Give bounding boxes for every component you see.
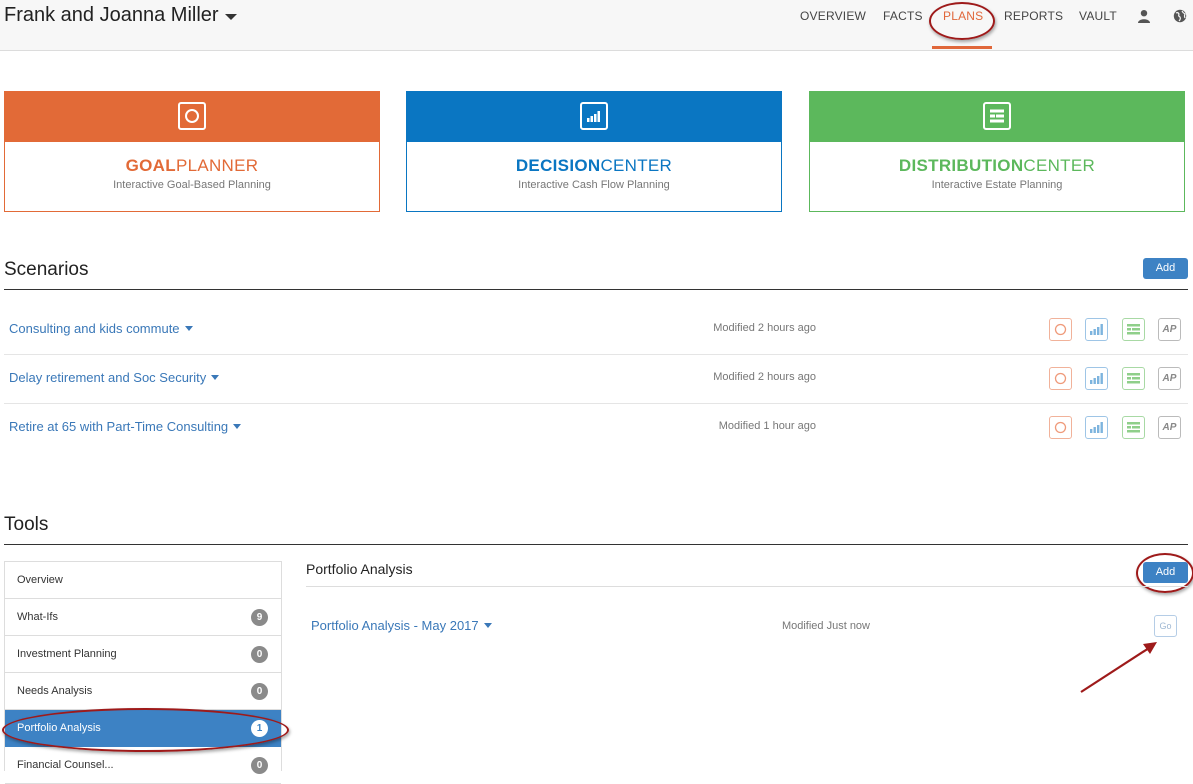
annotation-circle-portfolio-analysis (2, 708, 289, 752)
caret-down-icon (184, 326, 193, 331)
scenario-name: Consulting and kids commute (9, 321, 180, 336)
goal-planner-launch-button[interactable] (1049, 416, 1072, 439)
scenarios-divider (4, 289, 1188, 290)
tool-nav-investment-planning[interactable]: Investment Planning 0 (5, 636, 281, 673)
count-badge: 9 (251, 609, 268, 626)
user-icon[interactable] (1137, 9, 1151, 23)
decision-center-card[interactable]: DECISIONCENTER Interactive Cash Flow Pla… (406, 91, 782, 212)
ap-launch-button[interactable]: AP (1158, 367, 1181, 390)
tools-heading: Tools (4, 514, 49, 535)
distribution-center-subtitle: Interactive Estate Planning (931, 179, 1063, 191)
decision-center-subtitle: Interactive Cash Flow Planning (518, 179, 670, 191)
count-badge: 0 (251, 757, 268, 774)
annotation-arrow-icon (1080, 642, 1157, 693)
goal-planner-launch-button[interactable] (1049, 367, 1072, 390)
portfolio-analysis-divider (306, 586, 1188, 587)
target-icon (1054, 323, 1067, 336)
scenario-modified: Modified 1 hour ago (718, 420, 816, 432)
globe-icon[interactable] (1173, 9, 1187, 23)
distribution-center-band (810, 92, 1184, 142)
chevron-down-icon (224, 14, 237, 20)
nav-reports[interactable]: REPORTS (1004, 9, 1063, 23)
estate-layout-icon (1127, 373, 1140, 384)
goal-planner-band (5, 92, 379, 142)
tool-nav-label: Financial Counsel... (17, 759, 114, 771)
decision-center-launch-button[interactable] (1085, 367, 1108, 390)
bar-chart-icon (1090, 324, 1103, 335)
target-icon (1054, 421, 1067, 434)
ap-launch-button[interactable]: AP (1158, 318, 1181, 341)
caret-down-icon (233, 424, 242, 429)
caret-down-icon (483, 623, 492, 628)
scenario-row: Delay retirement and Soc Security Modifi… (4, 354, 1188, 404)
target-icon (1054, 372, 1067, 385)
distribution-center-launch-button[interactable] (1122, 416, 1145, 439)
client-selector[interactable]: Frank and Joanna Miller (4, 4, 237, 27)
nav-active-indicator (932, 46, 992, 49)
tool-nav-overview[interactable]: Overview (5, 562, 281, 599)
count-badge: 0 (251, 646, 268, 663)
distribution-center-icon (983, 102, 1011, 130)
decision-center-title: DECISIONCENTER (515, 156, 673, 175)
client-name: Frank and Joanna Miller (4, 4, 219, 26)
decision-center-launch-button[interactable] (1085, 318, 1108, 341)
tool-nav-label: Investment Planning (17, 648, 117, 660)
scenario-name: Delay retirement and Soc Security (9, 370, 207, 385)
add-scenario-button[interactable]: Add (1143, 258, 1188, 279)
nav-facts[interactable]: FACTS (883, 9, 923, 23)
nav-vault[interactable]: VAULT (1079, 9, 1117, 23)
portfolio-analysis-item-name: Portfolio Analysis - May 2017 (311, 618, 479, 633)
scenarios-heading: Scenarios (4, 259, 89, 280)
tool-nav-what-ifs[interactable]: What-Ifs 9 (5, 599, 281, 636)
scenario-link[interactable]: Retire at 65 with Part-Time Consulting (9, 419, 242, 434)
tool-nav-needs-analysis[interactable]: Needs Analysis 0 (5, 673, 281, 710)
scenario-link[interactable]: Delay retirement and Soc Security (9, 370, 220, 385)
portfolio-analysis-item-link[interactable]: Portfolio Analysis - May 2017 (311, 618, 492, 633)
decision-center-band (407, 92, 781, 142)
distribution-center-launch-button[interactable] (1122, 367, 1145, 390)
tool-nav-label: What-Ifs (17, 611, 58, 623)
count-badge: 0 (251, 683, 268, 700)
estate-layout-icon (1127, 422, 1140, 433)
goal-planner-icon (178, 102, 206, 130)
bar-chart-icon (1090, 422, 1103, 433)
tool-nav-label: Overview (17, 574, 63, 586)
scenario-modified: Modified 2 hours ago (713, 322, 816, 334)
decision-center-icon (580, 102, 608, 130)
portfolio-analysis-heading: Portfolio Analysis (306, 561, 413, 577)
scenario-modified: Modified 2 hours ago (713, 371, 816, 383)
goal-planner-subtitle: Interactive Goal-Based Planning (113, 179, 271, 191)
scenario-link[interactable]: Consulting and kids commute (9, 321, 193, 336)
distribution-center-title: DISTRIBUTIONCENTER (898, 156, 1096, 175)
caret-down-icon (211, 375, 220, 380)
top-bar: Frank and Joanna Miller OVERVIEW FACTS P… (0, 0, 1193, 51)
goal-planner-launch-button[interactable] (1049, 318, 1072, 341)
tools-divider (4, 544, 1188, 545)
go-button[interactable]: Go (1154, 615, 1177, 637)
nav-overview[interactable]: OVERVIEW (800, 9, 866, 23)
ap-launch-button[interactable]: AP (1158, 416, 1181, 439)
tool-nav-label: Needs Analysis (17, 685, 93, 697)
distribution-center-card[interactable]: DISTRIBUTIONCENTER Interactive Estate Pl… (809, 91, 1185, 212)
bar-chart-icon (1090, 373, 1103, 384)
portfolio-analysis-modified: Modified Just now (781, 620, 870, 632)
distribution-center-launch-button[interactable] (1122, 318, 1145, 341)
tool-nav-financial-counsel[interactable]: Financial Counsel... 0 (5, 747, 281, 784)
goal-planner-title: GOALPLANNER (125, 156, 259, 175)
scenario-name: Retire at 65 with Part-Time Consulting (9, 419, 229, 434)
estate-layout-icon (1127, 324, 1140, 335)
annotation-circle-add (1136, 553, 1193, 593)
decision-center-launch-button[interactable] (1085, 416, 1108, 439)
scenario-row: Consulting and kids commute Modified 2 h… (4, 305, 1188, 355)
goal-planner-card[interactable]: GOALPLANNER Interactive Goal-Based Plann… (4, 91, 380, 212)
annotation-circle-plans (929, 2, 995, 40)
scenario-row: Retire at 65 with Part-Time Consulting M… (4, 403, 1188, 452)
